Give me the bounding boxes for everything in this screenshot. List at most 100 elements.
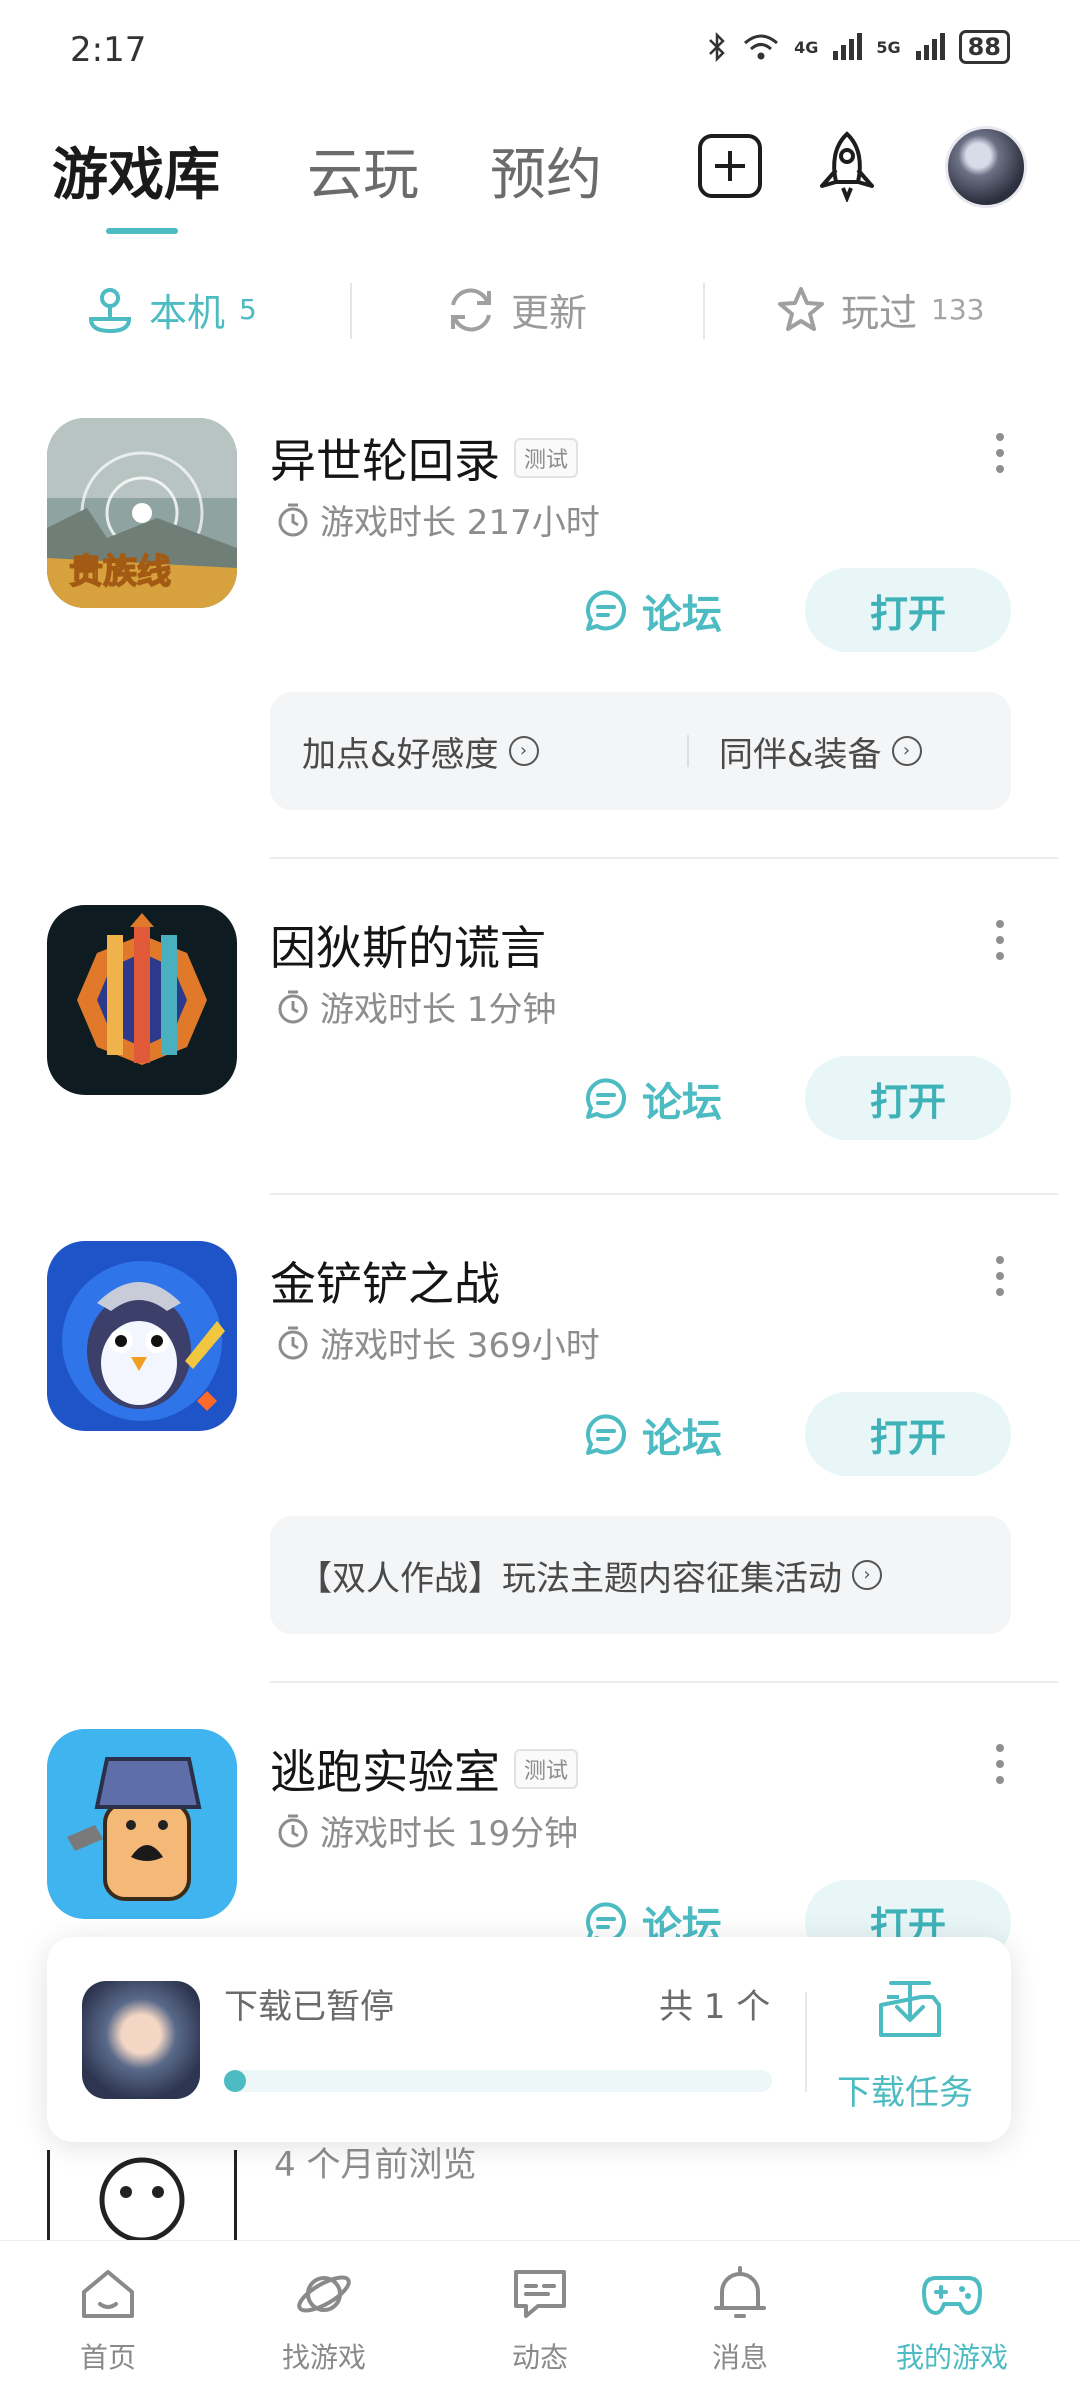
open-game-button[interactable]: 打开 (805, 1056, 1011, 1140)
planet-icon (297, 2275, 351, 2313)
game-links-panel: 【双人作战】玩法主题内容征集活动 › (270, 1516, 1011, 1634)
forum-label: 论坛 (642, 592, 722, 638)
event-link[interactable]: 【双人作战】玩法主题内容征集活动 › (298, 1551, 882, 1600)
subtab-played[interactable]: 玩过 133 (775, 282, 984, 337)
game-title[interactable]: 金铲铲之战 (270, 1248, 500, 1314)
subtab-local[interactable]: 本机 5 (85, 282, 257, 337)
timer-icon (278, 990, 308, 1023)
tab-reservation[interactable]: 预约 (490, 130, 602, 211)
tab-game-library[interactable]: 游戏库 (52, 130, 220, 211)
tab-cloud-play[interactable]: 云玩 (307, 130, 419, 211)
game-title-row: 异世轮回录 测试 (270, 425, 579, 491)
game-icon-yindisi[interactable] (47, 905, 237, 1095)
bell-icon (714, 2266, 766, 2318)
refresh-icon (451, 288, 491, 331)
game-icon-yishi-caption: 贵族线 (69, 552, 171, 592)
subtab-divider (703, 283, 705, 339)
game-icon-partial[interactable] (47, 2150, 237, 2250)
guide-link-label: 同伴&装备 (719, 734, 882, 775)
open-game-button[interactable]: 打开 (805, 1392, 1011, 1476)
forum-label: 论坛 (642, 1080, 722, 1126)
game-icon-taopao[interactable] (47, 1729, 237, 1919)
signal-icon-2 (915, 33, 945, 60)
download-tasks-button[interactable]: 下载任务 (837, 2065, 973, 2114)
joystick-icon (88, 287, 132, 333)
open-game-button[interactable]: 打开 (805, 568, 1011, 652)
game-title[interactable]: 逃跑实验室 (270, 1736, 500, 1802)
nav-my-games[interactable]: 我的游戏 (872, 2262, 1032, 2376)
network-5g-label: 5G (876, 37, 901, 57)
nav-feed[interactable]: 动态 (460, 2262, 620, 2376)
chevron-right-icon: › (508, 736, 539, 766)
forum-button[interactable]: 论坛 (582, 582, 722, 640)
download-status-card[interactable]: 下载已暂停 共 1 个 下载任务 (47, 1937, 1011, 2142)
playtime-text: 游戏时长 1分钟 (320, 990, 557, 1030)
last-viewed-text: 4 个月前浏览 (274, 2145, 477, 2185)
row-divider (270, 1193, 1058, 1195)
guide-link[interactable]: 同伴&装备 › (719, 727, 922, 776)
subtab-played-label: 玩过 (841, 291, 918, 335)
more-icon-dot (996, 1744, 1004, 1752)
timer-icon (278, 503, 308, 536)
network-4g-label: 4G (794, 37, 819, 57)
game-title-row: 金铲铲之战 (270, 1248, 500, 1314)
forum-icon (585, 1414, 626, 1455)
more-options-button[interactable] (985, 915, 1015, 965)
user-avatar[interactable] (945, 126, 1027, 208)
nav-home[interactable]: 首页 (28, 2262, 188, 2376)
rocket-icon (820, 131, 874, 202)
subtab-played-count: 133 (931, 293, 985, 326)
more-options-button[interactable] (985, 1251, 1015, 1301)
chat-icon (514, 2270, 566, 2318)
forum-button[interactable]: 论坛 (582, 1406, 722, 1464)
game-links-panel: 加点&好感度 › 同伴&装备 › (270, 692, 1011, 810)
playtime-text: 游戏时长 369小时 (320, 1326, 600, 1366)
chevron-right-icon: › (891, 736, 922, 766)
subtab-local-label: 本机 (149, 291, 226, 335)
wifi-icon (744, 34, 779, 60)
more-options-button[interactable] (985, 1739, 1015, 1789)
more-icon-dot (996, 433, 1004, 441)
forum-icon (585, 1078, 626, 1119)
nav-feed-label: 动态 (511, 2341, 568, 2374)
home-icon (82, 2270, 134, 2318)
test-tag: 测试 (514, 1749, 579, 1789)
game-icon-jinchanchan[interactable] (47, 1241, 237, 1431)
signal-icon (833, 33, 863, 60)
nav-discover-label: 找游戏 (281, 2341, 366, 2374)
timer-icon (278, 1326, 308, 1359)
guide-link[interactable]: 加点&好感度 › (302, 727, 687, 776)
playtime-text: 游戏时长 19分钟 (320, 1814, 579, 1854)
timer-icon (278, 1814, 308, 1847)
playtime-text: 游戏时长 217小时 (320, 503, 600, 543)
game-title[interactable]: 异世轮回录 (270, 425, 500, 491)
subtab-divider (350, 283, 352, 339)
game-title-row: 逃跑实验室 测试 (270, 1736, 579, 1802)
more-icon-dot (996, 1256, 1004, 1264)
speed-up-button[interactable] (807, 126, 887, 206)
download-tray-icon[interactable] (875, 1975, 945, 2045)
row-divider (270, 857, 1058, 859)
guide-link-label: 加点&好感度 (302, 734, 499, 775)
subtab-update-label: 更新 (511, 291, 588, 335)
nav-messages[interactable]: 消息 (660, 2262, 820, 2376)
plus-square-icon (698, 134, 762, 198)
star-icon (778, 286, 824, 331)
gamepad-icon (922, 2276, 982, 2315)
game-title[interactable]: 因狄斯的谎言 (270, 912, 546, 978)
nav-my-games-label: 我的游戏 (895, 2341, 1008, 2374)
status-time: 2:17 (70, 30, 147, 70)
forum-button[interactable]: 论坛 (582, 1070, 722, 1128)
battery-indicator: 88 (958, 30, 1010, 64)
more-options-button[interactable] (985, 428, 1015, 478)
link-divider (687, 735, 689, 767)
download-status: 下载已暂停 (224, 1987, 394, 2027)
row-divider (270, 1681, 1058, 1683)
event-link-label: 【双人作战】玩法主题内容征集活动 (298, 1558, 842, 1599)
subtab-update[interactable]: 更新 (445, 282, 587, 337)
add-game-button[interactable] (690, 126, 770, 206)
playtime: 游戏时长 369小时 (276, 1318, 600, 1367)
game-icon-yishi[interactable]: 贵族线 (47, 418, 237, 608)
nav-discover[interactable]: 找游戏 (244, 2262, 404, 2376)
chevron-right-icon: › (852, 1560, 882, 1590)
